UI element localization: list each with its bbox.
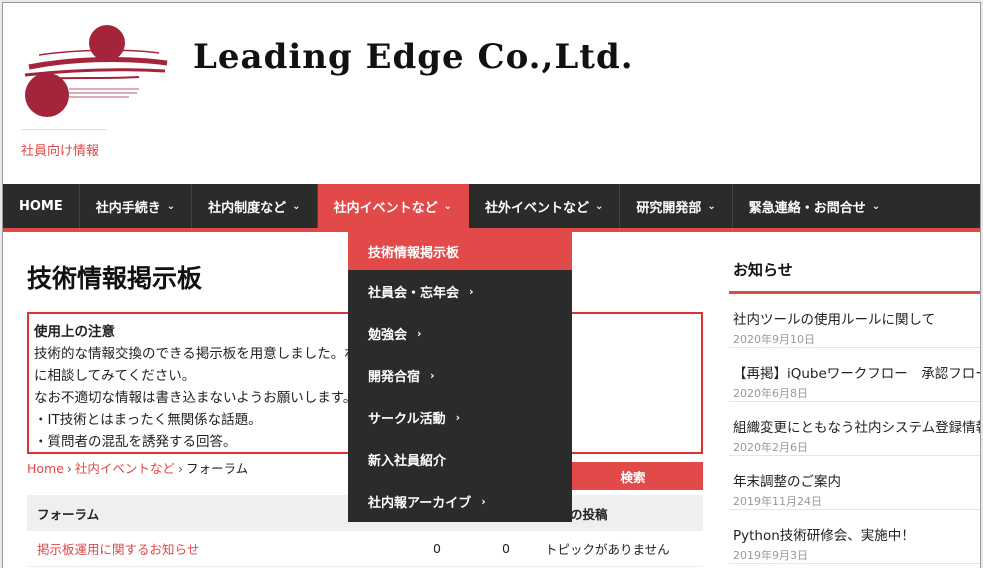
chevron-down-icon: ⌄ [871, 200, 881, 212]
news-date: 2019年9月3日 [733, 549, 808, 562]
dropdown-item-dev-camp[interactable]: 開発合宿 › [348, 354, 572, 396]
nav-systems[interactable]: 社内制度など ⌄ [192, 184, 318, 228]
chevron-right-icon: › [417, 326, 422, 340]
chevron-down-icon: ⌄ [594, 200, 604, 212]
dropdown-item-tech-board[interactable]: 技術情報掲示板 [348, 232, 572, 270]
news-link[interactable]: 年末調整のご案内 [733, 470, 980, 490]
post-count: 0 [502, 541, 510, 556]
dropdown-item-staff-party[interactable]: 社員会・忘年会 › [348, 270, 572, 312]
dropdown-label: 社員会・忘年会 [368, 285, 460, 301]
dropdown-label: 開発合宿 [368, 369, 421, 385]
news-link[interactable]: 【再掲】iQubeワークフロー 承認フロー [733, 362, 980, 382]
nav-external-events[interactable]: 社外イベントなど ⌄ [469, 184, 621, 228]
forum-name-cell: 掲示板運用に関するお知らせ [27, 539, 407, 558]
search-button[interactable]: 検索 [563, 462, 703, 490]
nav-label: 社内制度など [208, 200, 287, 216]
nav-home[interactable]: HOME [3, 184, 80, 228]
forum-link[interactable]: 掲示板運用に関するお知らせ [37, 542, 199, 557]
dropdown-label: 技術情報掲示板 [368, 245, 460, 261]
nav-label: 社外イベントなど [484, 200, 589, 216]
nav-contact[interactable]: 緊急連絡・お問合せ ⌄ [733, 184, 896, 228]
list-item: 社内ツールの使用ルールに関して 2020年9月10日 [729, 294, 980, 348]
list-item: 組織変更にともなう社内システム登録情報 2020年2月6日 [729, 402, 980, 456]
news-date: 2020年2月6日 [733, 441, 808, 454]
list-item: Python技術研修会、実施中！ 2019年9月3日 [729, 510, 980, 564]
nav-label: 社内イベントなど [333, 200, 438, 216]
chevron-down-icon: ⌄ [166, 200, 176, 212]
news-link[interactable]: Python技術研修会、実施中！ [733, 524, 980, 544]
nav-label: 社内手続き [95, 200, 161, 216]
dropdown-label: 勉強会 [368, 327, 408, 343]
breadcrumb-current: フォーラム [185, 461, 249, 476]
site-tagline: 社員向け情報 [21, 129, 107, 159]
news-link[interactable]: 組織変更にともなう社内システム登録情報 [733, 416, 980, 436]
dropdown-label: サークル活動 [368, 411, 446, 427]
nav-procedures[interactable]: 社内手続き ⌄ [80, 184, 193, 228]
news-date: 2019年11月24日 [733, 495, 822, 508]
list-item: 年末調整のご案内 2019年11月24日 [729, 456, 980, 510]
nav-dropdown-menu: 技術情報掲示板 社員会・忘年会 › 勉強会 › 開発合宿 › サークル活動 › … [348, 232, 572, 522]
dropdown-item-newsletter-archive[interactable]: 社内報アーカイブ › [348, 480, 572, 522]
site-title[interactable]: Leading Edge Co.,Ltd. [193, 37, 634, 77]
news-date: 2020年6月8日 [733, 387, 808, 400]
browser-page: Leading Edge Co.,Ltd. 社員向け情報 HOME 社内手続き … [2, 2, 981, 568]
sidebar-title: お知らせ [729, 255, 980, 294]
dropdown-item-study[interactable]: 勉強会 › [348, 312, 572, 354]
main-nav: HOME 社内手続き ⌄ 社内制度など ⌄ 社内イベントなど ⌄ 社外イベントな… [3, 184, 980, 228]
nav-internal-events[interactable]: 社内イベントなど ⌄ [317, 184, 469, 228]
latest-post: トピックがありません [545, 542, 670, 557]
page-title: 技術情報掲示板 [27, 264, 203, 293]
chevron-right-icon: › [430, 368, 435, 382]
nav-rnd[interactable]: 研究開発部 ⌄ [620, 184, 733, 228]
dropdown-item-new-staff[interactable]: 新入社員紹介 [348, 438, 572, 480]
breadcrumb: Home › 社内イベントなど › フォーラム [27, 458, 248, 477]
breadcrumb-category-link[interactable]: 社内イベントなど [75, 461, 175, 476]
dropdown-item-circles[interactable]: サークル活動 › [348, 396, 572, 438]
breadcrumb-separator: › [66, 461, 72, 476]
company-logo[interactable] [19, 19, 169, 119]
sidebar: お知らせ 社内ツールの使用ルールに関して 2020年9月10日 【再掲】iQub… [729, 255, 980, 564]
list-item: 【再掲】iQubeワークフロー 承認フロー 2020年6月8日 [729, 348, 980, 402]
chevron-right-icon: › [481, 494, 486, 508]
topic-count: 0 [433, 541, 441, 556]
news-date: 2020年9月10日 [733, 333, 815, 346]
nav-label: 緊急連絡・お問合せ [748, 200, 866, 216]
nav-label: HOME [19, 198, 63, 214]
table-row: 掲示板運用に関するお知らせ 0 0 トピックがありません [27, 531, 703, 567]
chevron-right-icon: › [469, 284, 474, 298]
chevron-down-icon: ⌄ [443, 200, 452, 212]
chevron-right-icon: › [455, 410, 461, 424]
chevron-down-icon: ⌄ [292, 200, 301, 212]
nav-label: 研究開発部 [636, 200, 702, 216]
chevron-down-icon: ⌄ [707, 200, 716, 212]
breadcrumb-home-link[interactable]: Home [27, 461, 64, 476]
news-link[interactable]: 社内ツールの使用ルールに関して [733, 308, 980, 328]
dropdown-label: 新入社員紹介 [368, 453, 447, 469]
dropdown-label: 社内報アーカイブ [368, 495, 472, 511]
breadcrumb-separator: › [177, 461, 183, 476]
